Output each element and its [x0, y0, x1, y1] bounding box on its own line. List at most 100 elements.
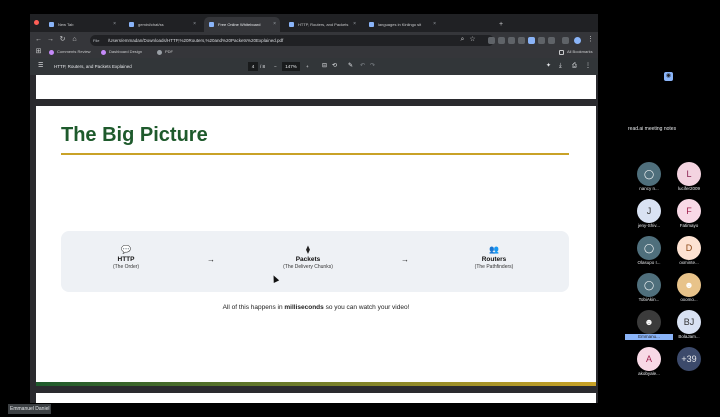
- flow-step-name: HTTP: [117, 256, 135, 263]
- extension-icon[interactable]: [538, 37, 545, 44]
- browser-tab[interactable]: languages in Kinlingo sit ×: [364, 17, 440, 32]
- new-tab-button[interactable]: +: [499, 17, 503, 32]
- avatar-initials: J: [646, 206, 652, 216]
- forward-icon[interactable]: →: [46, 35, 55, 44]
- flow-arrow: →: [207, 255, 215, 264]
- tab-close-icon[interactable]: ×: [273, 17, 276, 32]
- bookmark-item[interactable]: PDF: [156, 47, 173, 57]
- extension-icon[interactable]: [508, 37, 515, 44]
- tab-label: HTTP, Routers, and Packets: [298, 22, 349, 27]
- participant-tile[interactable]: BJ BolaJam...: [665, 310, 713, 340]
- bookmark-star-icon[interactable]: ☆: [468, 35, 477, 44]
- pdf-page-next: [36, 393, 596, 403]
- participant-name: BolaJam...: [678, 334, 700, 339]
- tab-favicon-icon: [209, 22, 214, 27]
- annotate-icon[interactable]: ✦: [546, 58, 551, 75]
- rotate-icon[interactable]: ⟲: [332, 58, 337, 75]
- tab-close-icon[interactable]: ×: [193, 17, 196, 32]
- flow-step-subtitle: (The Delivery Chunks): [283, 264, 333, 270]
- bookmark-favicon-icon: [157, 49, 162, 55]
- tab-strip: New Tab × gemini/chat/ss × Free Online White…: [30, 14, 598, 32]
- zoom-input[interactable]: 147%: [282, 62, 300, 71]
- browser-tab[interactable]: Free Online Whiteboard ×: [204, 17, 280, 32]
- extension-icon[interactable]: [518, 37, 525, 44]
- pdf-menu-icon[interactable]: ☰: [38, 58, 43, 75]
- more-participants-tile[interactable]: +39: [665, 347, 713, 377]
- pdf-toolbar: ☰ HTTP, Routers, and Packets Explained 4…: [30, 58, 598, 75]
- meeting-stage: New Tab × gemini/chat/ss × Free Online White…: [0, 0, 720, 417]
- flow-step-name: Packets: [295, 256, 321, 263]
- tab-close-icon[interactable]: ×: [433, 17, 436, 32]
- address-file-chip: File: [93, 38, 100, 43]
- all-bookmarks-link[interactable]: All Bookmarks: [558, 47, 593, 57]
- profile-icon[interactable]: [574, 37, 581, 44]
- avatar-initials: L: [686, 169, 692, 179]
- participant-tile[interactable]: Doxminte...: [665, 236, 713, 266]
- bookmark-favicon-icon: [49, 49, 54, 55]
- page-total: / 8: [260, 64, 266, 69]
- flow-step-subtitle: (The Order): [112, 264, 140, 270]
- extension-icon[interactable]: [528, 37, 535, 44]
- fit-page-icon[interactable]: ⊟: [322, 58, 327, 75]
- avatar: ☻: [677, 273, 701, 297]
- page-number-input[interactable]: 4: [248, 62, 258, 71]
- avatar: A: [637, 347, 661, 371]
- avatar: D: [677, 236, 701, 260]
- extension-icon[interactable]: [562, 37, 569, 44]
- profile-photo-icon: ☻: [644, 317, 654, 327]
- tab-close-icon[interactable]: ×: [353, 17, 356, 32]
- bookmark-item[interactable]: Comments Review: [48, 47, 91, 57]
- person-avatar-icon: ◯: [643, 169, 655, 179]
- self-view-icon[interactable]: ◉: [664, 72, 673, 81]
- address-bar[interactable]: /Users/emmadan/Downloads/HTTP,%20Routers…: [90, 35, 494, 46]
- slide-caption: All of this happens in milliseconds so y…: [36, 304, 596, 311]
- flow-step-packets: ⧫ Packets (The Delivery Chunks): [253, 245, 363, 271]
- home-icon[interactable]: ⌂: [70, 35, 79, 44]
- avatar-initials: +39: [681, 354, 697, 364]
- pdf-page-previous: [36, 75, 596, 99]
- browser-tab[interactable]: gemini/chat/ss ×: [124, 17, 200, 32]
- back-icon[interactable]: ←: [34, 35, 43, 44]
- highlight-icon[interactable]: ✎: [348, 58, 353, 75]
- browser-menu-icon[interactable]: ⋮: [586, 35, 595, 44]
- extension-icon[interactable]: [548, 37, 555, 44]
- zoom-out-button[interactable]: −: [274, 58, 277, 75]
- caption-text: All of this happens in: [222, 304, 285, 311]
- more-options-icon[interactable]: ⋮: [585, 58, 591, 75]
- tab-favicon-icon: [289, 22, 294, 27]
- apps-grid-icon[interactable]: ⊞: [34, 47, 43, 56]
- participant-tile[interactable]: Llucifer2009: [665, 162, 713, 192]
- bookmark-item[interactable]: Dashboard Design: [100, 47, 142, 57]
- extension-icon[interactable]: [488, 37, 495, 44]
- avatar-initials: D: [685, 243, 693, 253]
- participant-tile[interactable]: ☻ oxomo...: [665, 273, 713, 303]
- pdf-viewer[interactable]: The Big Picture 💬 HTTP (The Order) → ⧫ P…: [30, 75, 598, 403]
- download-icon[interactable]: ⤓: [559, 58, 562, 75]
- print-icon[interactable]: ⎙: [572, 58, 577, 75]
- tab-label: gemini/chat/ss: [138, 22, 164, 27]
- tab-favicon-icon: [369, 22, 374, 27]
- tab-close-icon[interactable]: ×: [113, 17, 116, 32]
- avatar: F: [677, 199, 701, 223]
- zoom-in-button[interactable]: +: [306, 58, 309, 75]
- meeting-notes-label: read.ai meeting notes: [628, 126, 677, 132]
- redo-icon[interactable]: ↷: [370, 58, 375, 75]
- person-avatar-icon: ◯: [643, 280, 655, 290]
- shared-screen-browser: New Tab × gemini/chat/ss × Free Online White…: [30, 14, 598, 403]
- participant-tile[interactable]: F Fatimayo: [665, 199, 713, 229]
- browser-tab[interactable]: New Tab ×: [44, 17, 120, 32]
- undo-icon[interactable]: ↶: [360, 58, 365, 75]
- browser-tab[interactable]: HTTP, Routers, and Packets ×: [284, 17, 360, 32]
- folder-icon: [559, 49, 564, 55]
- bookmark-label: Comments Review: [57, 49, 91, 54]
- slide-footer-strip: [36, 382, 596, 386]
- zoom-icon[interactable]: ⌕: [458, 35, 467, 44]
- extension-icon[interactable]: [498, 37, 505, 44]
- flow-step-routers: 👥 Routers (The Pathfinders): [439, 245, 549, 271]
- window-close-icon[interactable]: [34, 20, 39, 25]
- bookmark-label: PDF: [165, 49, 173, 54]
- reload-icon[interactable]: ↻: [58, 35, 67, 44]
- avatar-initials: A: [645, 354, 652, 364]
- tab-favicon-icon: [49, 22, 54, 27]
- profile-photo-icon: ☻: [684, 280, 694, 290]
